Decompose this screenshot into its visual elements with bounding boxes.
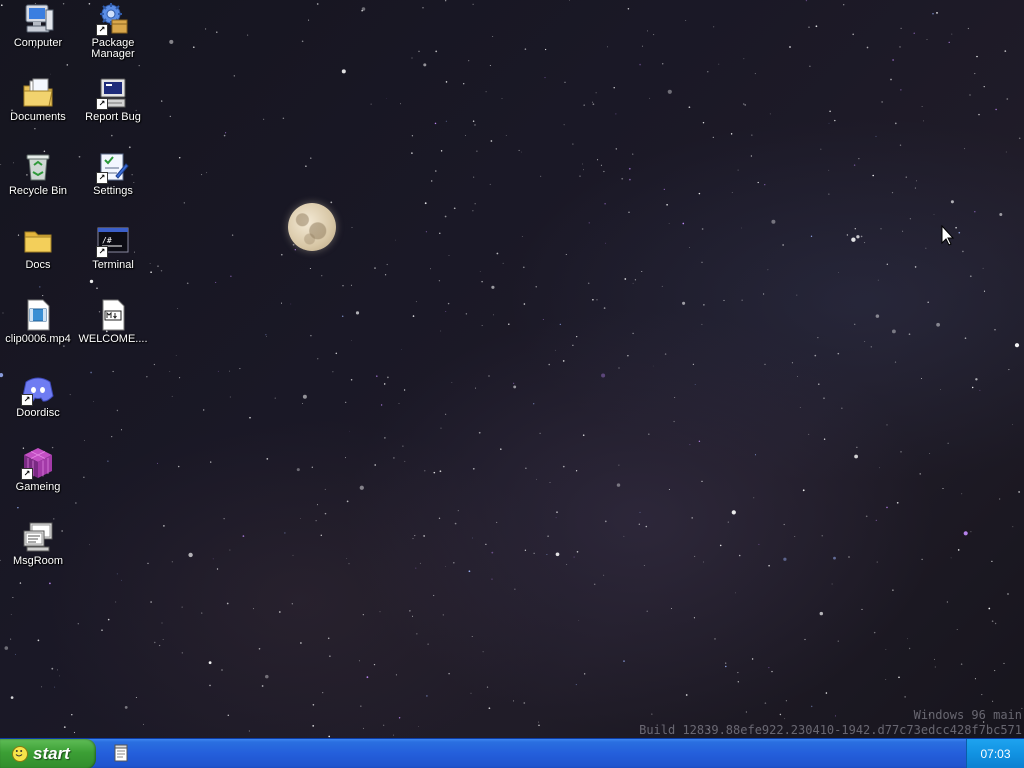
- desktop-icon-recycle-bin[interactable]: Recycle Bin: [1, 150, 75, 197]
- start-button[interactable]: start: [0, 739, 96, 768]
- desktop-icon-label: Recycle Bin: [8, 185, 68, 197]
- desktop-icon-label: WELCOME....: [78, 333, 148, 345]
- notepad-icon: [114, 744, 128, 762]
- desktop-icon-settings[interactable]: ↗ Settings: [76, 150, 150, 197]
- package-manager-icon: ↗: [96, 2, 130, 36]
- build-watermark-build: Build 12839.88efe922.230410-1942.d77c73e…: [639, 723, 1022, 737]
- desktop[interactable]: Computer Documents Recycle Bin Docs clip…: [0, 0, 1024, 738]
- desktop-icon-report-bug[interactable]: ↗ Report Bug: [76, 76, 150, 123]
- game-cube-icon: ↗: [21, 446, 55, 480]
- desktop-icon-label: Terminal: [92, 259, 134, 271]
- desktop-icon-label: Gameing: [15, 481, 61, 493]
- folder-icon: [21, 224, 55, 258]
- desktop-icon-msgroom[interactable]: MsgRoom: [1, 520, 75, 567]
- desktop-icon-label: Computer: [13, 37, 63, 49]
- desktop-icon-terminal[interactable]: /# ↗ Terminal: [76, 224, 150, 271]
- desktop-icon-docs[interactable]: Docs: [1, 224, 75, 271]
- desktop-icon-label: Settings: [93, 185, 133, 197]
- desktop-icon-label: Documents: [10, 111, 66, 123]
- desktop-icon-documents[interactable]: Documents: [1, 76, 75, 123]
- documents-folder-icon: [21, 76, 55, 110]
- quick-launch-notepad[interactable]: [114, 744, 128, 762]
- markdown-file-icon: [96, 298, 130, 332]
- report-bug-icon: ↗: [96, 76, 130, 110]
- shortcut-arrow-icon: ↗: [96, 246, 108, 258]
- desktop-icon-label: Report Bug: [85, 111, 141, 123]
- shortcut-arrow-icon: ↗: [96, 172, 108, 184]
- desktop-icon-doordisc[interactable]: ↗ Doordisc: [1, 372, 75, 419]
- desktop-icon-label: Package Manager: [91, 37, 135, 60]
- terminal-glyph: /#: [102, 236, 112, 245]
- desktop-icon-label: clip0006.mp4: [5, 333, 71, 345]
- desktop-icon-package-manager[interactable]: ↗ Package Manager: [76, 2, 150, 60]
- desktop-icon-computer[interactable]: Computer: [1, 2, 75, 49]
- shortcut-arrow-icon: ↗: [96, 24, 108, 36]
- mouse-cursor-icon: [941, 225, 955, 246]
- terminal-icon: /# ↗: [96, 224, 130, 258]
- taskbar: start 07:03: [0, 738, 1024, 768]
- shortcut-arrow-icon: ↗: [21, 394, 33, 406]
- desktop-icon-welcome[interactable]: WELCOME....: [76, 298, 150, 345]
- desktop-icon-clip0006[interactable]: clip0006.mp4: [1, 298, 75, 345]
- msgroom-icon: [21, 520, 55, 554]
- desktop-icon-label: Doordisc: [16, 407, 60, 419]
- desktop-icon-label: MsgRoom: [12, 555, 64, 567]
- computer-icon: [21, 2, 55, 36]
- moon-wallpaper-element: [288, 203, 336, 251]
- video-file-icon: [21, 298, 55, 332]
- shortcut-arrow-icon: ↗: [21, 468, 33, 480]
- clock[interactable]: 07:03: [980, 747, 1010, 761]
- start-label: start: [33, 744, 70, 763]
- build-watermark-title: Windows 96 main: [913, 708, 1022, 722]
- discord-icon: ↗: [21, 372, 55, 406]
- desktop-icon-label: Docs: [25, 259, 51, 271]
- recycle-bin-icon: [21, 150, 55, 184]
- smiley-icon: [12, 746, 28, 762]
- settings-icon: ↗: [96, 150, 130, 184]
- desktop-icon-gameing[interactable]: ↗ Gameing: [1, 446, 75, 493]
- shortcut-arrow-icon: ↗: [96, 98, 108, 110]
- system-tray[interactable]: 07:03: [966, 739, 1024, 768]
- star-field: [0, 0, 1023, 738]
